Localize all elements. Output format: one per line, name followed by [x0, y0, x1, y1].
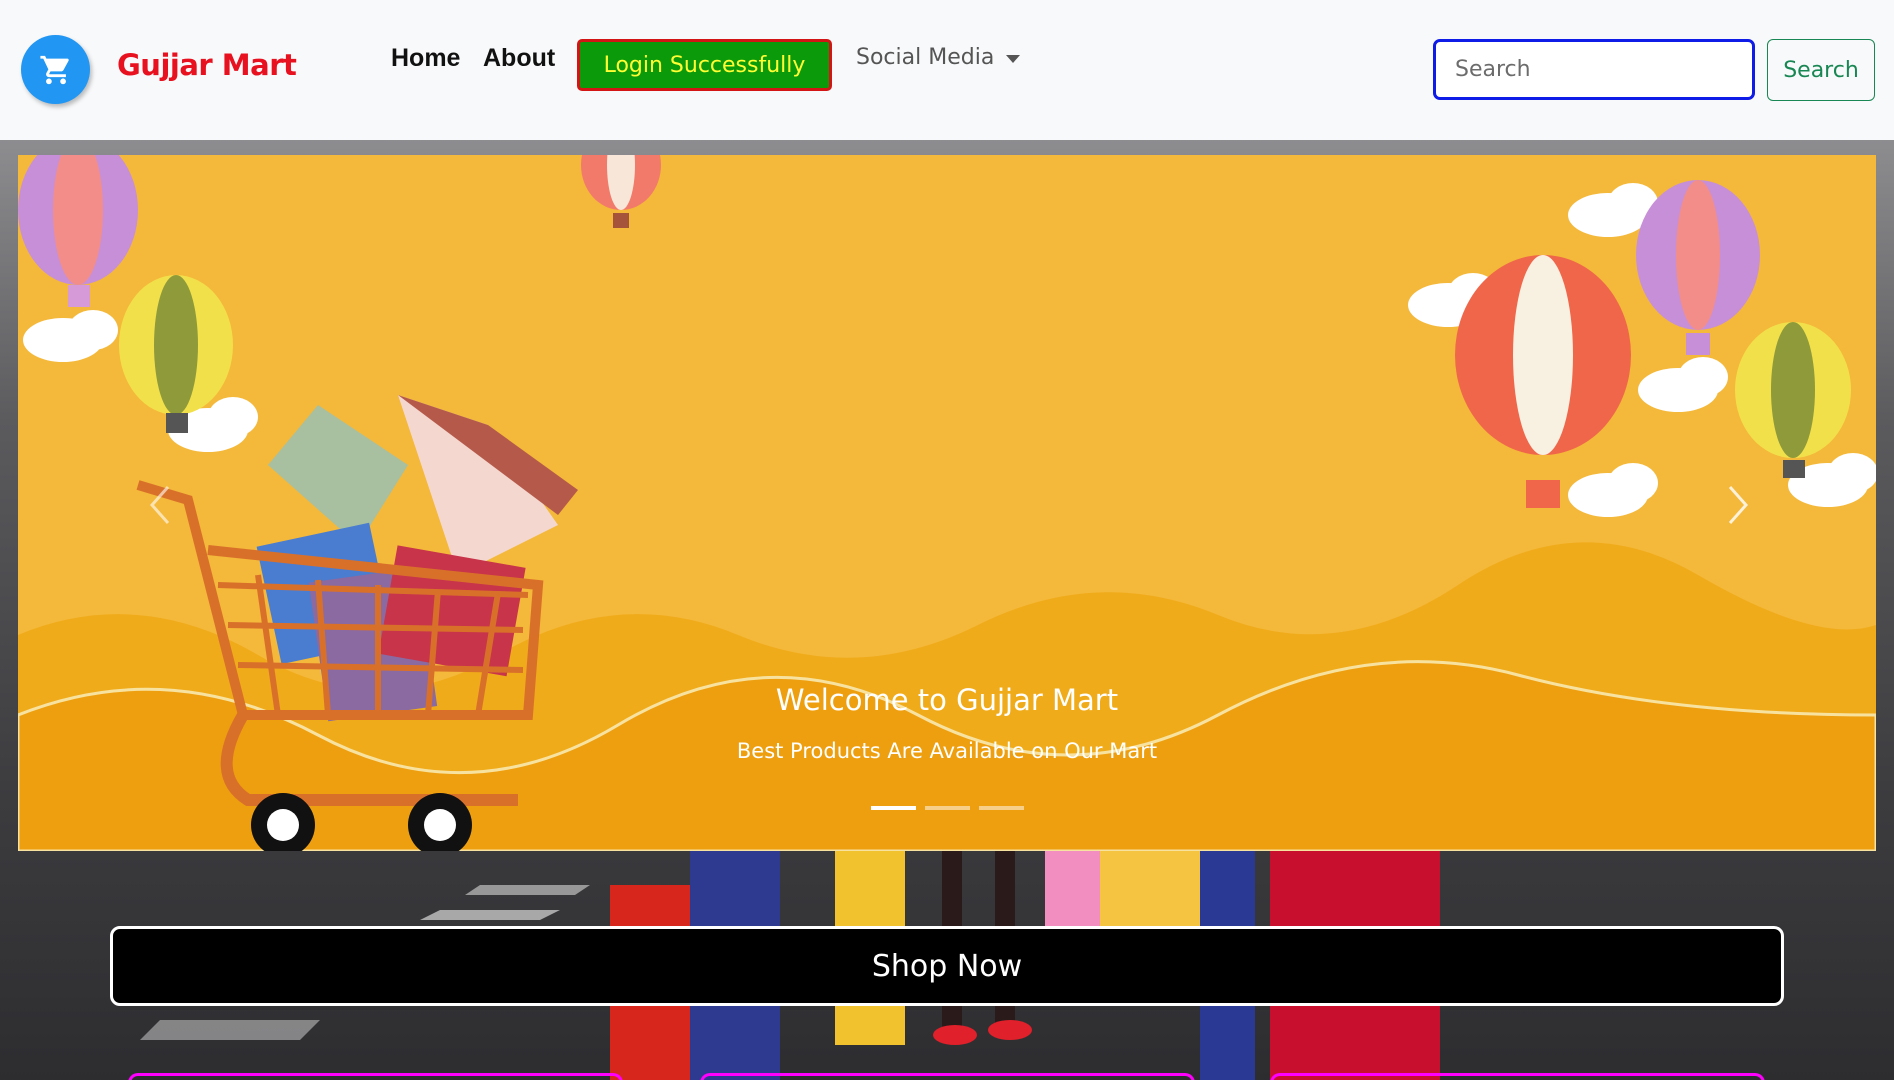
- carousel-indicator[interactable]: [871, 806, 916, 810]
- carousel-next-button[interactable]: [1718, 465, 1758, 545]
- brand-name[interactable]: Gujjar Mart: [117, 48, 297, 82]
- search-button[interactable]: Search: [1767, 39, 1875, 101]
- social-media-dropdown[interactable]: Social Media: [856, 45, 1021, 70]
- social-media-label: Social Media: [856, 45, 995, 70]
- chevron-right-icon: [1728, 486, 1749, 524]
- hero-carousel: Welcome to Gujjar Mart Best Products Are…: [18, 155, 1876, 851]
- navbar: Gujjar Mart Home About Login Successfull…: [0, 0, 1894, 140]
- shop-now-button[interactable]: Shop Now: [110, 926, 1784, 1006]
- carousel-indicator[interactable]: [979, 806, 1024, 810]
- product-card: [1270, 1073, 1765, 1080]
- carousel-caption-title: Welcome to Gujjar Mart: [775, 683, 1119, 717]
- nav-link-home[interactable]: Home: [391, 44, 460, 73]
- carousel-indicators: [871, 806, 1024, 810]
- search-input[interactable]: [1433, 39, 1755, 100]
- cart-icon: [39, 55, 69, 84]
- product-card: [128, 1073, 623, 1080]
- carousel-prev-button[interactable]: [140, 465, 180, 545]
- brand-logo[interactable]: [21, 35, 90, 104]
- carousel-indicator[interactable]: [925, 806, 970, 810]
- carousel-caption-subtitle: Best Products Are Available on Our Mart: [736, 739, 1158, 763]
- product-card: [700, 1073, 1195, 1080]
- login-button[interactable]: Login Successfully: [577, 39, 832, 91]
- nav-link-about[interactable]: About: [483, 44, 555, 73]
- chevron-left-icon: [149, 486, 170, 524]
- caret-down-icon: [1006, 54, 1021, 63]
